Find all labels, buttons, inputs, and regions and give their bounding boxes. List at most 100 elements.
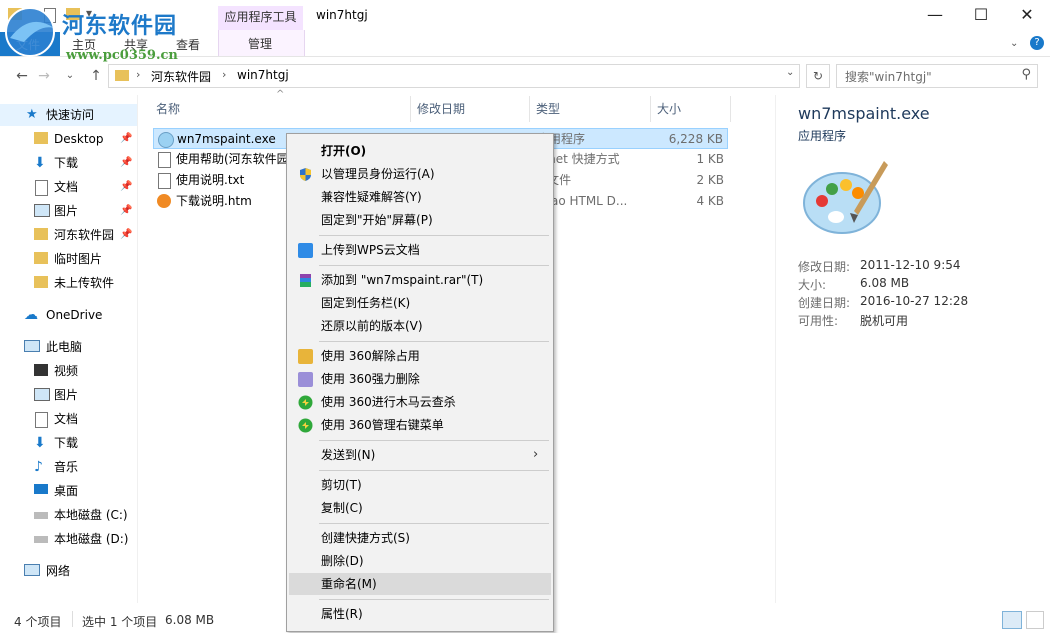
picture-icon [34, 204, 50, 217]
menu-separator [319, 265, 549, 266]
network-icon [24, 564, 40, 576]
nav-item-hedong[interactable]: 河东软件园 📌 [0, 224, 137, 246]
back-button[interactable]: ← [12, 66, 32, 86]
html-file-icon [157, 194, 171, 208]
context-tab-header: 应用程序工具 [218, 6, 303, 30]
recent-locations-chevron-icon[interactable]: ⌄ [60, 66, 80, 86]
column-divider[interactable] [529, 96, 530, 122]
menu-item-360-force-delete[interactable]: 使用 360强力删除 [289, 368, 551, 390]
nav-item-pc-pictures[interactable]: 图片 [0, 384, 137, 406]
menu-item-add-to-rar[interactable]: 添加到 "wn7mspaint.rar"(T) [289, 269, 551, 291]
nav-item-pc-documents[interactable]: 文档 [0, 408, 137, 430]
menu-separator [319, 440, 549, 441]
column-divider[interactable] [410, 96, 411, 122]
nav-item-drive-d[interactable]: 本地磁盘 (D:) [0, 528, 137, 550]
nav-item-drive-c[interactable]: 本地磁盘 (C:) [0, 504, 137, 526]
address-bar[interactable]: › 河东软件园 › win7htgj [108, 64, 800, 88]
music-icon: ♪ [34, 459, 43, 475]
pin-icon: 📌 [120, 157, 133, 168]
context-menu: 打开(O) 以管理员身份运行(A) 兼容性疑难解答(Y) 固定到"开始"屏幕(P… [286, 133, 554, 632]
column-divider[interactable] [730, 96, 731, 122]
nav-item-music[interactable]: ♪ 音乐 [0, 456, 137, 478]
preview-filename: wn7mspaint.exe [798, 104, 930, 123]
text-file-icon [158, 173, 171, 189]
menu-item-360-unlock[interactable]: 使用 360解除占用 [289, 345, 551, 367]
menu-item-rename[interactable]: 重命名(M) [289, 573, 551, 595]
menu-item-360-manage-menu[interactable]: 使用 360管理右键菜单 [289, 414, 551, 436]
address-dropdown-icon[interactable]: ⌄ [786, 67, 794, 78]
menu-item-pin-start[interactable]: 固定到"开始"屏幕(P) [289, 209, 551, 231]
paint-palette-icon [803, 161, 888, 234]
video-icon [34, 364, 48, 376]
pin-icon: 📌 [120, 205, 133, 216]
search-icon[interactable]: ⚲ [1021, 67, 1031, 82]
minimize-button[interactable]: — [912, 0, 958, 30]
desktop-icon [34, 484, 48, 494]
search-input[interactable]: 搜索"win7htgj" ⚲ [836, 64, 1038, 88]
nav-quick-access[interactable]: ★ 快速访问 [0, 104, 137, 126]
menu-item-pin-taskbar[interactable]: 固定到任务栏(K) [289, 292, 551, 314]
help-icon[interactable]: ? [1030, 36, 1044, 50]
column-header-name[interactable]: 名称 [156, 98, 180, 120]
column-header-type[interactable]: 类型 [536, 98, 560, 120]
nav-onedrive[interactable]: ☁ OneDrive [0, 304, 137, 326]
menu-item-delete[interactable]: 删除(D) [289, 550, 551, 572]
pin-icon: 📌 [120, 229, 133, 240]
menu-item-restore-version[interactable]: 还原以前的版本(V) [289, 315, 551, 337]
menu-item-copy[interactable]: 复制(C) [289, 497, 551, 519]
nav-item-desktop[interactable]: Desktop 📌 [0, 128, 137, 150]
ribbon-expand-icon[interactable]: ⌄ [1010, 38, 1018, 49]
menu-item-send-to[interactable]: 发送到(N) › [289, 444, 551, 466]
menu-separator [319, 235, 549, 236]
360-shredder-icon [298, 372, 313, 387]
menu-item-cut[interactable]: 剪切(T) [289, 474, 551, 496]
details-pane: wn7mspaint.exe 应用程序 修改日期: 2011-12-10 9:5… [775, 95, 1050, 603]
winrar-icon [300, 274, 311, 287]
menu-item-360-scan[interactable]: 使用 360进行木马云查杀 [289, 391, 551, 413]
close-button[interactable]: ✕ [1004, 0, 1050, 30]
nav-this-pc[interactable]: 此电脑 [0, 336, 137, 358]
window-title: win7htgj [316, 8, 368, 22]
nav-item-videos[interactable]: 视频 [0, 360, 137, 382]
nav-item-temp-pictures[interactable]: 临时图片 [0, 248, 137, 270]
menu-item-open[interactable]: 打开(O) [289, 140, 551, 162]
menu-item-create-shortcut[interactable]: 创建快捷方式(S) [289, 527, 551, 549]
shortcut-file-icon [158, 152, 171, 168]
site-logo-icon [5, 7, 55, 57]
360-security-icon [298, 395, 313, 410]
details-view-icon[interactable] [1002, 611, 1022, 629]
pane-divider[interactable] [137, 95, 138, 603]
menu-separator [319, 341, 549, 342]
menu-item-properties[interactable]: 属性(R) [289, 603, 551, 625]
breadcrumb-item[interactable]: 河东软件园 [151, 68, 211, 85]
nav-item-not-uploaded[interactable]: 未上传软件 [0, 272, 137, 294]
nav-item-desktop-pc[interactable]: 桌面 [0, 480, 137, 502]
column-header-size[interactable]: 大小 [657, 98, 681, 120]
tab-manage[interactable]: 管理 [218, 30, 305, 56]
status-divider [72, 611, 73, 627]
refresh-icon[interactable]: ↻ [806, 64, 830, 88]
menu-item-compatibility[interactable]: 兼容性疑难解答(Y) [289, 186, 551, 208]
nav-network[interactable]: 网络 [0, 560, 137, 582]
nav-item-pictures[interactable]: 图片 📌 [0, 200, 137, 222]
folder-icon [34, 132, 48, 144]
nav-item-documents[interactable]: 文档 📌 [0, 176, 137, 198]
tab-view[interactable]: 查看 [176, 36, 200, 54]
maximize-button[interactable]: ☐ [958, 0, 1004, 30]
nav-item-pc-downloads[interactable]: ⬇ 下载 [0, 432, 137, 454]
pin-icon: 📌 [120, 181, 133, 192]
forward-button[interactable]: → [34, 66, 54, 86]
nav-item-downloads[interactable]: ⬇ 下载 📌 [0, 152, 137, 174]
drive-icon [34, 536, 48, 543]
breadcrumb-separator-icon: › [136, 68, 141, 81]
cloud-icon: ☁ [24, 307, 38, 323]
column-header-date[interactable]: 修改日期 [417, 98, 465, 120]
360-unlock-icon [298, 349, 313, 364]
menu-item-run-as-admin[interactable]: 以管理员身份运行(A) [289, 163, 551, 185]
breadcrumb-item[interactable]: win7htgj [237, 68, 289, 82]
menu-item-wps-upload[interactable]: 上传到WPS云文档 [289, 239, 551, 261]
large-icons-view-icon[interactable] [1026, 611, 1044, 629]
up-button[interactable]: ↑ [86, 66, 106, 86]
preview-filetype: 应用程序 [798, 129, 847, 143]
column-divider[interactable] [650, 96, 651, 122]
